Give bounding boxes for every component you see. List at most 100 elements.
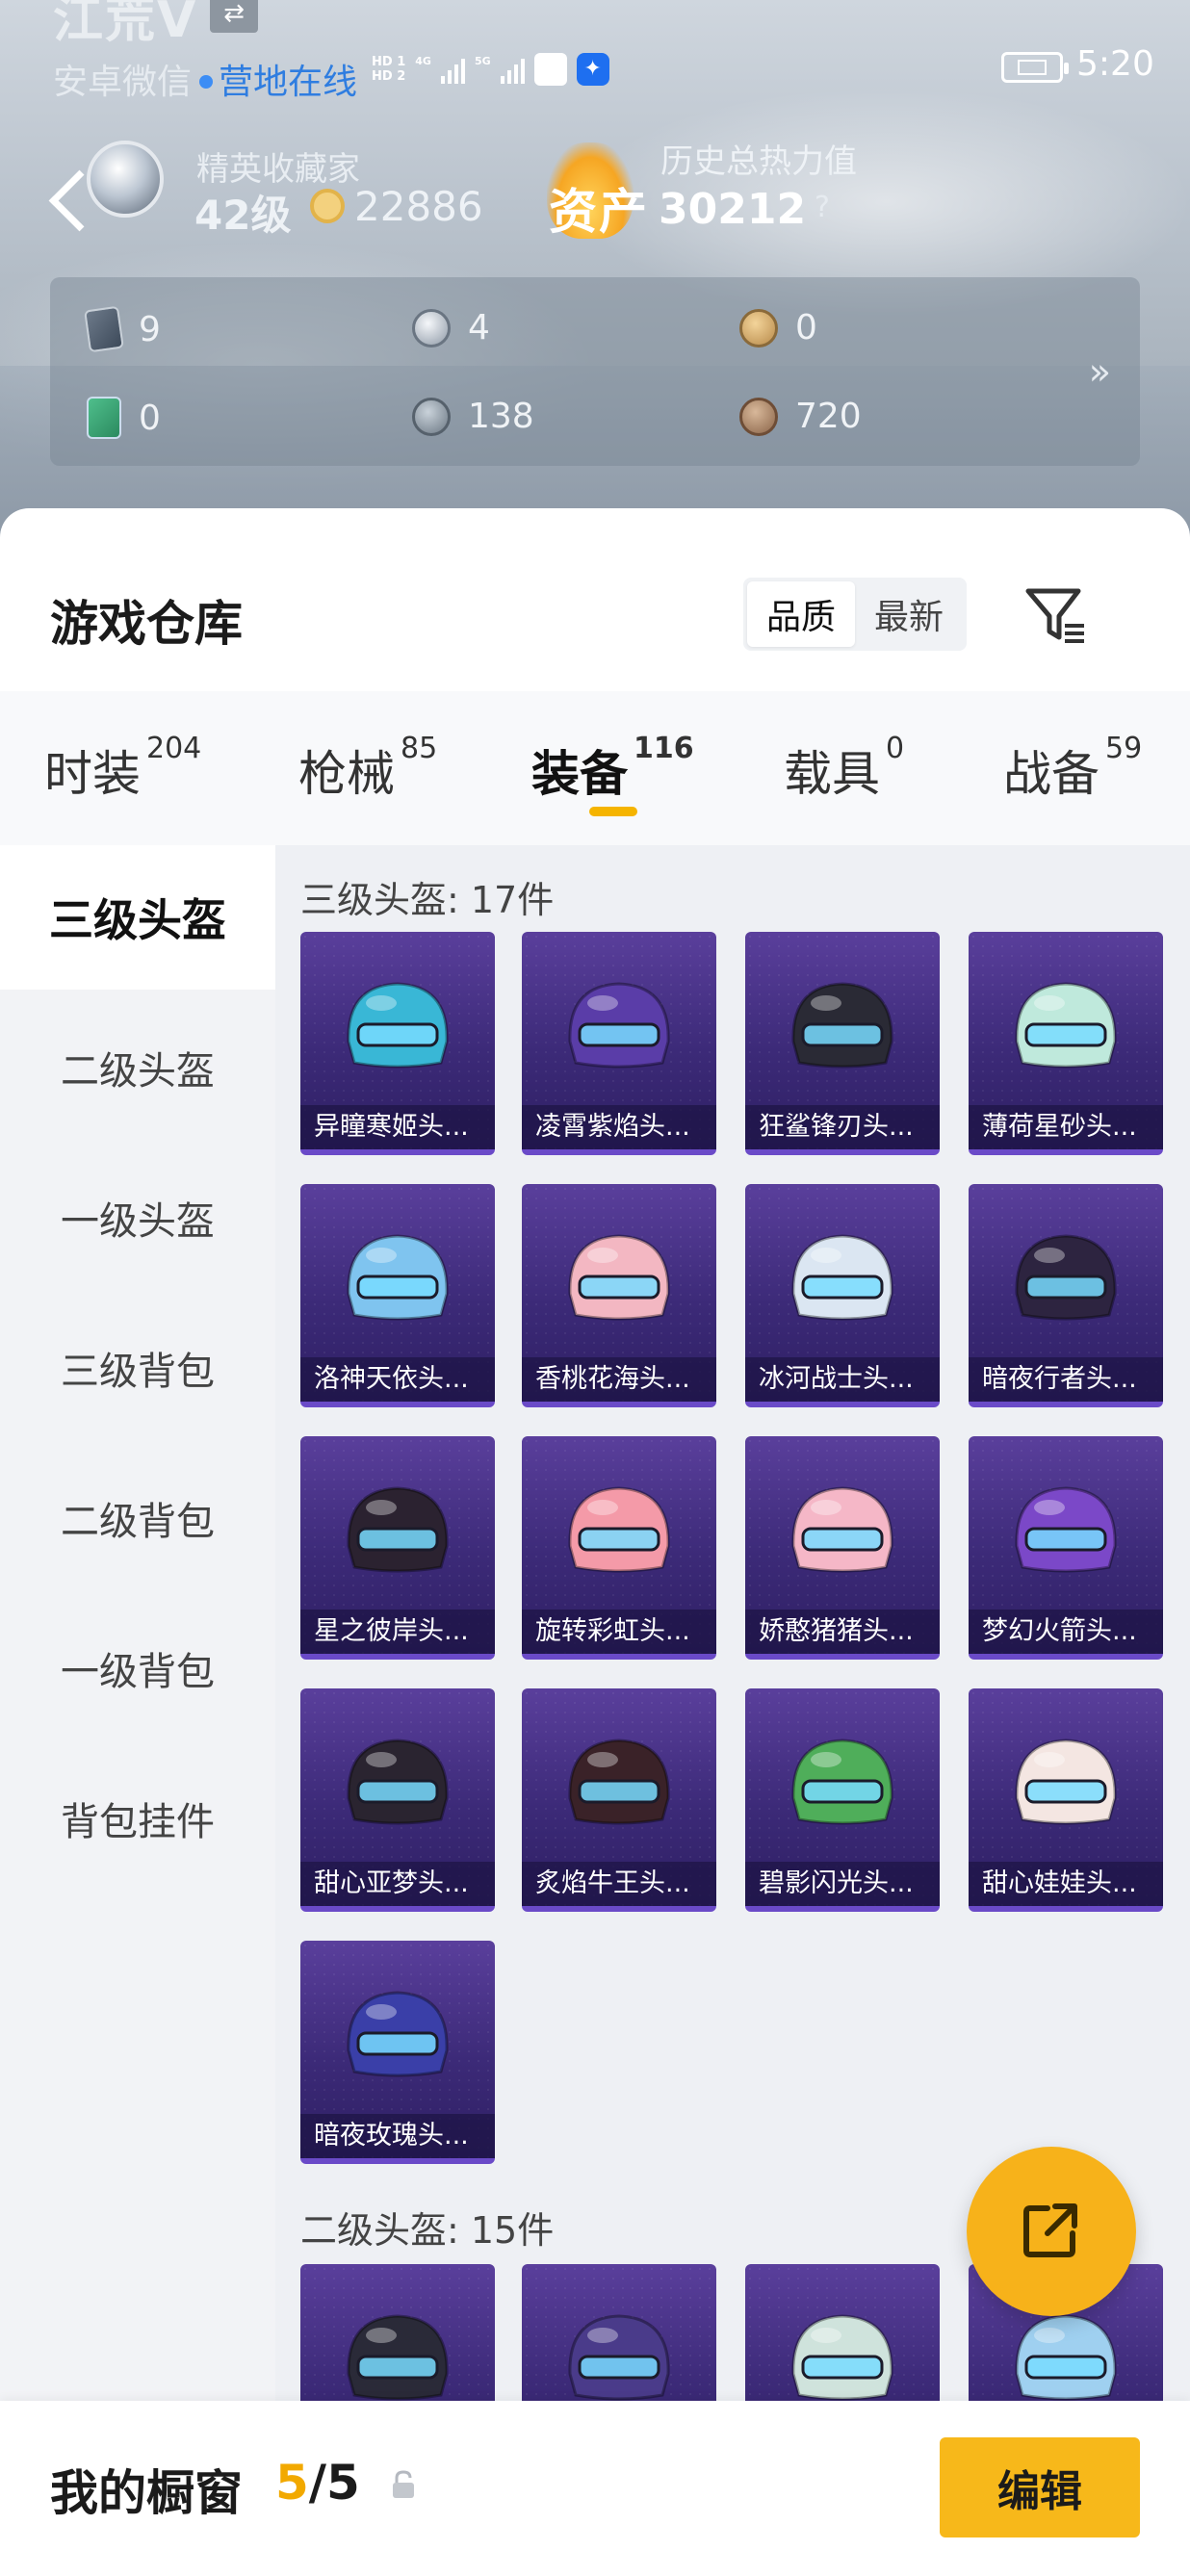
history-heat-title: 历史总热力值 bbox=[660, 142, 857, 181]
sort-option-newest[interactable]: 最新 bbox=[855, 581, 963, 647]
item-tile[interactable]: 薄荷星砂头... bbox=[969, 932, 1163, 1155]
battery-icon bbox=[1001, 52, 1069, 83]
online-status: 营地在线 bbox=[219, 63, 358, 102]
stat-item: 720 bbox=[739, 397, 862, 436]
active-tab-indicator bbox=[589, 807, 637, 816]
stat-item: 138 bbox=[412, 397, 534, 436]
sidebar-item-level2-backpack[interactable]: 二级背包 bbox=[0, 1446, 275, 1590]
tab-fashion[interactable]: 时装 204 bbox=[44, 732, 201, 805]
helmet-icon bbox=[568, 2314, 670, 2401]
sidebar-item-level1-helmet[interactable]: 一级头盔 bbox=[0, 1146, 275, 1290]
showcase-bar: 我的橱窗 5/5 编辑 bbox=[0, 2401, 1190, 2576]
item-name: 凌霄紫焰头... bbox=[522, 1105, 716, 1149]
card-icon bbox=[84, 305, 124, 353]
stat-item: 0 bbox=[87, 397, 161, 439]
sidebar-item-level1-backpack[interactable]: 一级背包 bbox=[0, 1596, 275, 1740]
helmet-icon bbox=[347, 1739, 449, 1825]
clock: 5:20 bbox=[1076, 44, 1154, 84]
helmet-icon bbox=[1015, 1234, 1117, 1321]
edit-button[interactable]: 编辑 bbox=[940, 2437, 1140, 2537]
helmet-icon bbox=[347, 1991, 449, 2077]
helmet-icon bbox=[568, 1739, 670, 1825]
network-type: 4G bbox=[415, 54, 431, 67]
back-arrow-icon[interactable] bbox=[44, 166, 89, 233]
hd-indicator: HD 1 HD 2 bbox=[372, 55, 406, 84]
help-icon[interactable]: ? bbox=[815, 191, 830, 224]
account-platform: 安卓微信 bbox=[53, 63, 193, 102]
item-tile[interactable]: 异瞳寒姬头... bbox=[300, 932, 495, 1155]
item-tile[interactable]: 暗夜玫瑰头... bbox=[300, 1941, 495, 2164]
sidebar-item-level3-backpack[interactable]: 三级背包 bbox=[0, 1296, 275, 1440]
item-tile[interactable]: 冰河战士头... bbox=[745, 1184, 940, 1407]
asset-label: 资产 bbox=[549, 184, 649, 240]
item-name: 香桃花海头... bbox=[522, 1357, 716, 1402]
grey-coin-icon bbox=[412, 397, 451, 436]
item-tile[interactable]: 星之彼岸头... bbox=[300, 1436, 495, 1660]
item-name: 甜心娃娃头... bbox=[969, 1862, 1163, 1906]
collector-medal-icon bbox=[87, 141, 164, 218]
item-tile[interactable]: 洛神天依头... bbox=[300, 1184, 495, 1407]
share-button[interactable] bbox=[967, 2147, 1136, 2316]
item-name: 洛神天依头... bbox=[300, 1357, 495, 1402]
item-tile[interactable]: 娇憨猪猪头... bbox=[745, 1436, 940, 1660]
bronze-coin-icon bbox=[739, 397, 778, 436]
sidebar-item-level2-helmet[interactable]: 二级头盔 bbox=[0, 995, 275, 1140]
item-tile[interactable]: 暗夜行者头... bbox=[969, 1184, 1163, 1407]
helmet-icon bbox=[791, 2314, 893, 2401]
filter-icon[interactable] bbox=[1022, 581, 1090, 649]
more-arrow-icon[interactable]: » bbox=[1089, 350, 1111, 393]
item-grid-area: 三级头盔: 17件 二级头盔: 15件 异瞳寒姬头... 凌霄紫焰头... 狂鲨锋刃… bbox=[275, 845, 1190, 2576]
item-tile[interactable]: 梦幻火箭头... bbox=[969, 1436, 1163, 1660]
switch-account-icon[interactable]: ⇄ bbox=[210, 0, 258, 33]
item-tile[interactable]: 炙焰牛王头... bbox=[522, 1688, 716, 1912]
item-name: 碧影闪光头... bbox=[745, 1862, 940, 1906]
sidebar-item-level3-helmet[interactable]: 三级头盔 bbox=[0, 845, 275, 990]
showcase-count: 5/5 bbox=[275, 2455, 360, 2511]
helmet-icon bbox=[1015, 1486, 1117, 1573]
warehouse-sheet: 游戏仓库 品质 最新 时装 204 枪械 85 装备 116 载具 0 战备 59 三级头… bbox=[0, 508, 1190, 2576]
section-title: 三级头盔: 17件 bbox=[300, 879, 555, 921]
subcategory-sidebar: 三级头盔 二级头盔 一级头盔 三级背包 二级背包 一级背包 背包挂件 bbox=[0, 845, 275, 2576]
item-tile[interactable]: 甜心娃娃头... bbox=[969, 1688, 1163, 1912]
category-tabs: 时装 204 枪械 85 装备 116 载具 0 战备 59 bbox=[0, 691, 1190, 845]
item-tile[interactable]: 凌霄紫焰头... bbox=[522, 932, 716, 1155]
stat-item: 9 bbox=[84, 305, 161, 353]
signal-icon bbox=[440, 55, 465, 84]
coin-value: 22886 bbox=[354, 183, 483, 230]
item-name: 甜心亚梦头... bbox=[300, 1862, 495, 1906]
item-tile[interactable]: 香桃花海头... bbox=[522, 1184, 716, 1407]
gold-token-icon bbox=[739, 308, 778, 348]
helmet-icon bbox=[791, 982, 893, 1069]
item-tile[interactable]: 甜心亚梦头... bbox=[300, 1688, 495, 1912]
item-name: 冰河战士头... bbox=[745, 1357, 940, 1402]
item-name: 梦幻火箭头... bbox=[969, 1610, 1163, 1654]
item-name: 娇憨猪猪头... bbox=[745, 1610, 940, 1654]
coin-icon bbox=[310, 189, 345, 223]
item-name: 旋转彩虹头... bbox=[522, 1610, 716, 1654]
helmet-icon bbox=[791, 1739, 893, 1825]
helmet-icon bbox=[791, 1234, 893, 1321]
helmet-icon bbox=[347, 1234, 449, 1321]
helmet-icon bbox=[568, 982, 670, 1069]
item-name: 薄荷星砂头... bbox=[969, 1105, 1163, 1149]
sort-option-quality[interactable]: 品质 bbox=[747, 581, 855, 647]
item-tile[interactable]: 狂鲨锋刃头... bbox=[745, 932, 940, 1155]
lock-icon bbox=[393, 2470, 414, 2498]
online-dot-icon bbox=[199, 75, 214, 89]
helmet-icon bbox=[1015, 982, 1117, 1069]
item-tile[interactable]: 旋转彩虹头... bbox=[522, 1436, 716, 1660]
resource-stats-panel[interactable]: 9 4 0 0 138 720 » bbox=[50, 277, 1140, 466]
tab-supplies[interactable]: 战备 59 bbox=[1003, 732, 1142, 805]
helmet-icon bbox=[1015, 1739, 1117, 1825]
collector-level: 42级 bbox=[194, 192, 292, 239]
helmet-icon bbox=[1015, 2314, 1117, 2401]
tab-guns[interactable]: 枪械 85 bbox=[298, 732, 437, 805]
tab-vehicles[interactable]: 载具 0 bbox=[784, 732, 904, 805]
sidebar-item-backpack-charm[interactable]: 背包挂件 bbox=[0, 1746, 275, 1891]
profile-header: 江荒V ⇄ 安卓微信 营地在线 HD 1 HD 2 4G 5G ✦ 5:20 精英收… bbox=[0, 0, 1190, 539]
stat-item: 0 bbox=[739, 308, 817, 348]
item-tile[interactable]: 碧影闪光头... bbox=[745, 1688, 940, 1912]
warehouse-title: 游戏仓库 bbox=[50, 596, 243, 652]
tab-equipment[interactable]: 装备 116 bbox=[531, 732, 694, 805]
helmet-icon bbox=[568, 1234, 670, 1321]
